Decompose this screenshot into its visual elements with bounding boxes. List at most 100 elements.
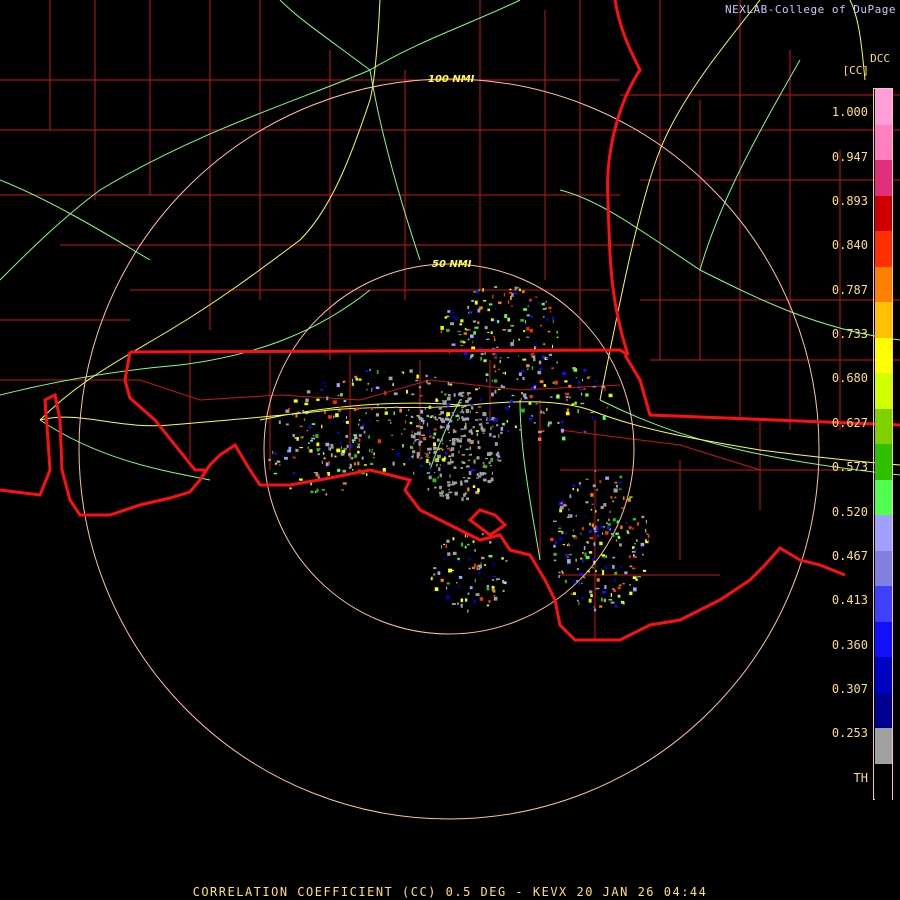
echo-pixel [614, 496, 617, 499]
echo-pixel [601, 387, 604, 389]
echo-pixel [485, 458, 488, 460]
echo-pixel [490, 426, 492, 430]
echo-pixel [306, 430, 309, 432]
echo-pixel [322, 452, 325, 455]
echo-pixel [459, 399, 462, 401]
echo-pixel [466, 497, 469, 501]
echo-pixel [322, 443, 324, 445]
echo-pixel [553, 552, 557, 556]
echo-pixel [632, 527, 634, 530]
echo-pixel [342, 482, 347, 485]
echo-pixel [442, 402, 445, 405]
echo-pixel [486, 584, 489, 587]
echo-pixel [468, 471, 472, 475]
echo-pixel [452, 537, 455, 541]
echo-pixel [447, 447, 451, 450]
echo-pixel [365, 412, 367, 415]
echo-pixel [332, 400, 337, 404]
echo-pixel [516, 378, 519, 381]
echo-pixel [445, 544, 447, 549]
echo-pixel [316, 442, 320, 447]
echo-pixel [543, 343, 545, 346]
echo-pixel [529, 328, 533, 333]
echo-pixel [592, 386, 596, 388]
echo-pixel [476, 458, 480, 460]
echo-pixel [467, 477, 471, 480]
echo-pixel [462, 462, 466, 464]
echo-pixel [530, 315, 533, 318]
echo-pixel [557, 421, 560, 424]
echo-pixel [345, 420, 349, 424]
echo-pixel [486, 338, 490, 340]
echo-pixel [458, 392, 463, 396]
echo-pixel [354, 441, 357, 443]
echo-pixel [594, 608, 597, 612]
echo-pixel [603, 557, 606, 560]
echo-pixel [311, 423, 316, 425]
echo-pixel [507, 300, 510, 304]
echo-pixel [462, 405, 465, 408]
echo-pixel [569, 514, 573, 518]
echo-pixel [507, 317, 510, 322]
echo-pixel [504, 314, 508, 318]
echo-pixel [629, 526, 632, 530]
echo-pixel [562, 436, 566, 441]
echo-pixel [480, 352, 484, 356]
echo-pixel [351, 382, 354, 386]
radar-echoes [268, 286, 650, 613]
echo-pixel [430, 576, 433, 581]
echo-pixel [412, 450, 416, 454]
echo-pixel [273, 472, 278, 475]
echo-pixel [621, 507, 626, 509]
echo-pixel [498, 459, 502, 462]
echo-pixel [439, 447, 443, 450]
echo-pixel [304, 413, 309, 415]
echo-pixel [392, 461, 395, 466]
echo-pixel [476, 473, 479, 477]
echo-pixel [613, 489, 616, 493]
echo-pixel [588, 551, 593, 554]
echo-pixel [566, 564, 569, 566]
echo-pixel [573, 368, 578, 372]
echo-pixel [337, 410, 342, 412]
echo-pixel [565, 399, 568, 401]
echo-pixel [469, 329, 471, 332]
echo-pixel [476, 568, 481, 570]
echo-pixel [563, 504, 567, 507]
echo-pixel [292, 414, 294, 416]
echo-pixel [478, 387, 480, 390]
echo-pixel [611, 534, 615, 537]
echo-pixel [441, 545, 442, 549]
echo-pixel [289, 487, 292, 490]
echo-pixel [473, 599, 477, 604]
product-title: CORRELATION COEFFICIENT (CC) 0.5 DEG - K… [192, 885, 708, 899]
echo-pixel [411, 393, 415, 396]
echo-pixel [608, 599, 613, 601]
echo-pixel [619, 475, 623, 479]
echo-pixel [491, 585, 495, 589]
echo-pixel [529, 417, 533, 421]
echo-pixel [490, 318, 494, 322]
echo-pixel [496, 578, 498, 581]
echo-pixel [464, 425, 467, 430]
echo-pixel [463, 599, 465, 601]
echo-pixel [354, 375, 358, 379]
echo-pixel [392, 383, 394, 387]
echo-pixel [446, 412, 451, 417]
legend-color-band [875, 692, 892, 729]
echo-pixel [438, 406, 442, 410]
echo-pixel [542, 308, 546, 310]
echo-pixel [467, 487, 470, 492]
echo-pixel [325, 493, 328, 496]
echo-pixel [467, 609, 469, 613]
echo-pixel [452, 316, 456, 318]
echo-pixel [429, 435, 432, 438]
echo-pixel [434, 459, 439, 462]
echo-pixel [572, 484, 575, 487]
echo-pixel [623, 496, 625, 500]
echo-pixel [503, 581, 507, 584]
echo-pixel [500, 426, 504, 431]
echo-pixel [533, 357, 536, 362]
echo-pixel [435, 398, 438, 402]
echo-pixel [337, 468, 341, 472]
